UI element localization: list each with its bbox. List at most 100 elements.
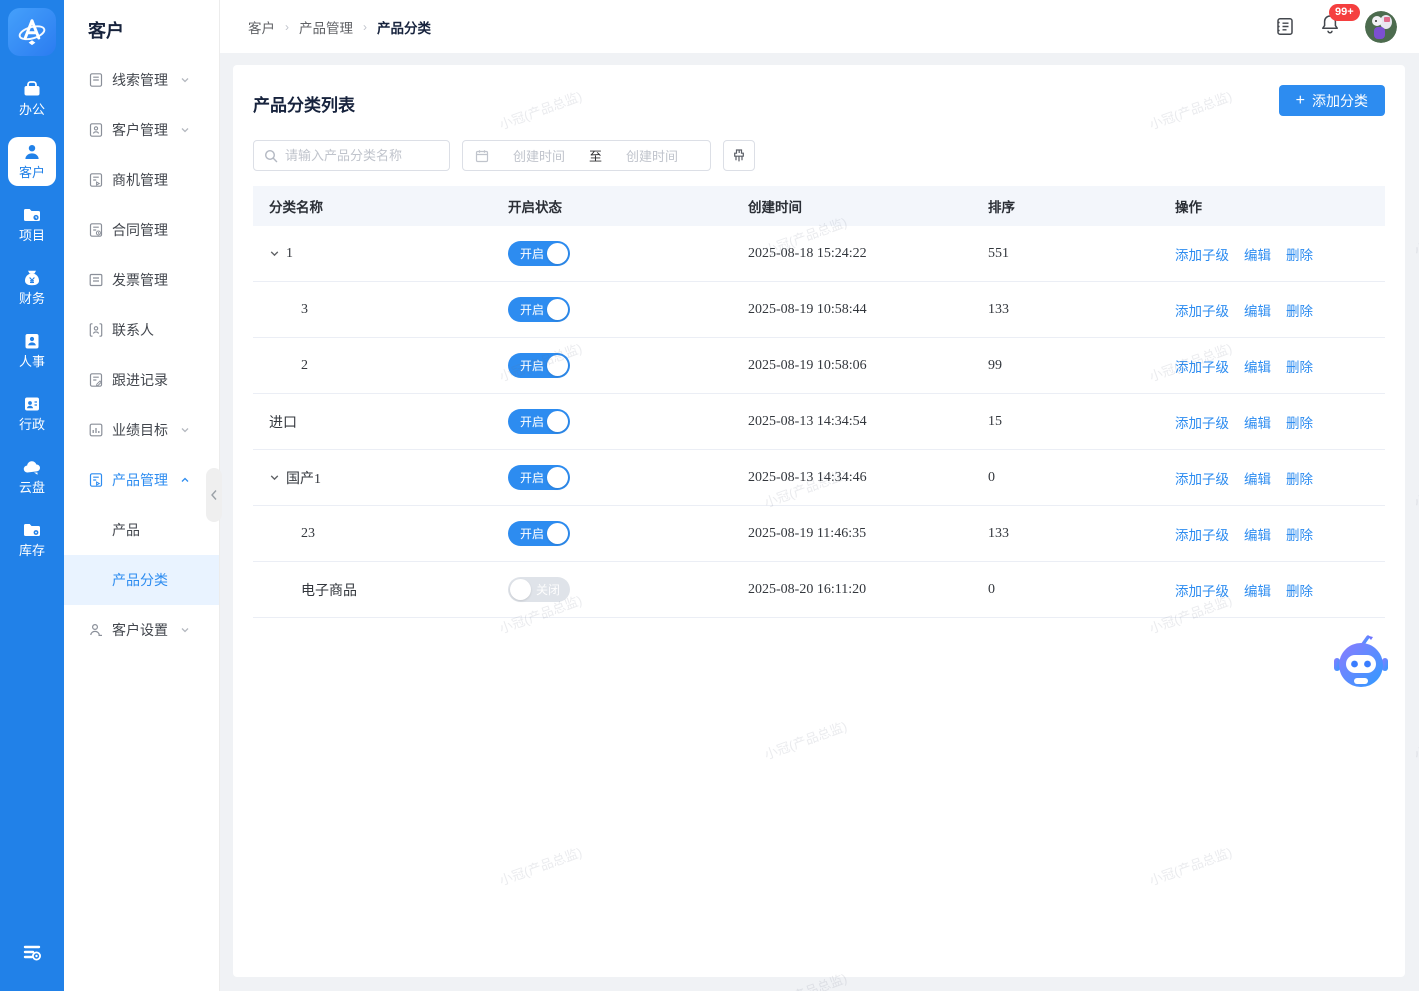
row-expand-chevron-icon[interactable]	[269, 472, 280, 483]
edit-link[interactable]: 编辑	[1244, 472, 1271, 487]
assistant-robot-button[interactable]	[1333, 632, 1389, 690]
document-clock-icon	[88, 222, 104, 238]
sidebar-item-performance-target[interactable]: 业绩目标	[64, 405, 219, 455]
breadcrumb-separator: ›	[285, 20, 289, 34]
inventory-folder-icon	[22, 520, 42, 540]
add-child-link[interactable]: 添加子级	[1175, 584, 1229, 599]
breadcrumb-item[interactable]: 产品管理	[299, 17, 353, 37]
clear-filters-button[interactable]	[723, 140, 755, 171]
row-actions: 添加子级编辑删除	[1175, 468, 1385, 488]
sidebar-item-contract-management[interactable]: 合同管理	[64, 205, 219, 255]
app-logo[interactable]	[8, 8, 56, 56]
sidebar-item-product-management[interactable]: 产品管理	[64, 455, 219, 505]
delete-link[interactable]: 删除	[1286, 528, 1313, 543]
add-child-link[interactable]: 添加子级	[1175, 472, 1229, 487]
add-child-link[interactable]: 添加子级	[1175, 528, 1229, 543]
rail-item-label: 库存	[19, 543, 45, 558]
delete-link[interactable]: 删除	[1286, 360, 1313, 375]
row-actions: 添加子级编辑删除	[1175, 244, 1385, 264]
sort-value: 551	[988, 246, 1175, 262]
status-toggle-label: 开启	[520, 245, 544, 262]
notifications[interactable]: 99+	[1319, 13, 1341, 40]
add-category-label: 添加分类	[1312, 91, 1368, 111]
status-toggle[interactable]: 开启	[508, 297, 570, 322]
sidebar-item-invoice-management[interactable]: 发票管理	[64, 255, 219, 305]
rail-item-finance[interactable]: 财务	[8, 263, 56, 312]
edit-link[interactable]: 编辑	[1244, 584, 1271, 599]
row-actions: 添加子级编辑删除	[1175, 524, 1385, 544]
category-table: 分类名称 开启状态 创建时间 排序 操作 1 开启 2025-08-18 15:…	[253, 186, 1385, 618]
table-row: 电子商品 关闭 2025-08-20 16:11:20 0 添加子级编辑删除	[253, 562, 1385, 618]
created-time: 2025-08-13 14:34:54	[748, 414, 988, 430]
toggle-knob	[547, 523, 568, 544]
column-header-sort: 排序	[988, 196, 1175, 216]
delete-link[interactable]: 删除	[1286, 472, 1313, 487]
contact-card-icon	[88, 322, 104, 338]
edit-link[interactable]: 编辑	[1244, 304, 1271, 319]
delete-link[interactable]: 删除	[1286, 248, 1313, 263]
rail-item-office[interactable]: 办公	[8, 74, 56, 123]
row-expand-chevron-icon[interactable]	[269, 248, 280, 259]
rail-item-label: 办公	[19, 102, 45, 117]
status-toggle-label: 开启	[520, 413, 544, 430]
sort-value: 15	[988, 414, 1175, 430]
delete-link[interactable]: 删除	[1286, 416, 1313, 431]
document-pencil-icon	[88, 372, 104, 388]
rail-item-hr[interactable]: 人事	[8, 326, 56, 375]
status-toggle[interactable]: 开启	[508, 353, 570, 378]
status-toggle-label: 开启	[520, 301, 544, 318]
edit-link[interactable]: 编辑	[1244, 248, 1271, 263]
table-row: 23 开启 2025-08-19 11:46:35 133 添加子级编辑删除	[253, 506, 1385, 562]
sidebar-item-label: 发票管理	[112, 270, 168, 290]
journal-icon[interactable]	[1274, 16, 1295, 37]
avatar[interactable]	[1365, 11, 1397, 43]
table-header: 分类名称 开启状态 创建时间 排序 操作	[253, 186, 1385, 226]
created-time: 2025-08-20 16:11:20	[748, 582, 988, 598]
search-input[interactable]	[285, 148, 439, 163]
rail-item-project[interactable]: 项目	[8, 200, 56, 249]
add-child-link[interactable]: 添加子级	[1175, 304, 1229, 319]
sidebar-item-customer-settings[interactable]: 客户设置	[64, 605, 219, 655]
list-settings-icon[interactable]	[21, 941, 43, 963]
sidebar-item-customer-management[interactable]: 客户管理	[64, 105, 219, 155]
date-range-picker[interactable]: 创建时间 至 创建时间	[462, 140, 711, 171]
sidebar-item-contacts[interactable]: 联系人	[64, 305, 219, 355]
logo-a-icon	[14, 14, 50, 50]
edit-link[interactable]: 编辑	[1244, 528, 1271, 543]
status-toggle[interactable]: 开启	[508, 521, 570, 546]
status-toggle[interactable]: 开启	[508, 241, 570, 266]
document-arrow-icon	[88, 472, 104, 488]
document-icon	[88, 72, 104, 88]
delete-link[interactable]: 删除	[1286, 584, 1313, 599]
secondary-sidebar: 客户 线索管理 客户管理 商机管理 合同管理 发票管理 联系人 跟进记录 业绩目…	[64, 0, 220, 991]
cloud-icon	[22, 457, 42, 477]
edit-link[interactable]: 编辑	[1244, 360, 1271, 375]
sidebar-item-product[interactable]: 产品	[64, 505, 219, 555]
status-toggle[interactable]: 开启	[508, 465, 570, 490]
add-child-link[interactable]: 添加子级	[1175, 360, 1229, 375]
hr-badge-icon	[22, 331, 42, 351]
sidebar-collapse-handle[interactable]	[206, 468, 222, 522]
column-header-created: 创建时间	[748, 196, 988, 216]
status-toggle[interactable]: 关闭	[508, 577, 570, 602]
row-actions: 添加子级编辑删除	[1175, 580, 1385, 600]
toggle-knob	[547, 411, 568, 432]
rail-item-admin[interactable]: 行政	[8, 389, 56, 438]
sidebar-item-label: 合同管理	[112, 220, 168, 240]
add-category-button[interactable]: + 添加分类	[1279, 85, 1385, 116]
sidebar-item-follow-up-records[interactable]: 跟进记录	[64, 355, 219, 405]
notification-badge: 99+	[1329, 4, 1360, 21]
sidebar-item-opportunity-management[interactable]: 商机管理	[64, 155, 219, 205]
rail-item-customer[interactable]: 客户	[8, 137, 56, 186]
rail-item-cloud-disk[interactable]: 云盘	[8, 452, 56, 501]
add-child-link[interactable]: 添加子级	[1175, 416, 1229, 431]
sidebar-item-leads-management[interactable]: 线索管理	[64, 55, 219, 105]
sidebar-item-product-category[interactable]: 产品分类	[64, 555, 219, 605]
add-child-link[interactable]: 添加子级	[1175, 248, 1229, 263]
breadcrumb-item[interactable]: 客户	[248, 17, 275, 37]
status-toggle[interactable]: 开启	[508, 409, 570, 434]
edit-link[interactable]: 编辑	[1244, 416, 1271, 431]
sidebar-item-label: 联系人	[112, 320, 154, 340]
delete-link[interactable]: 删除	[1286, 304, 1313, 319]
rail-item-inventory[interactable]: 库存	[8, 515, 56, 564]
